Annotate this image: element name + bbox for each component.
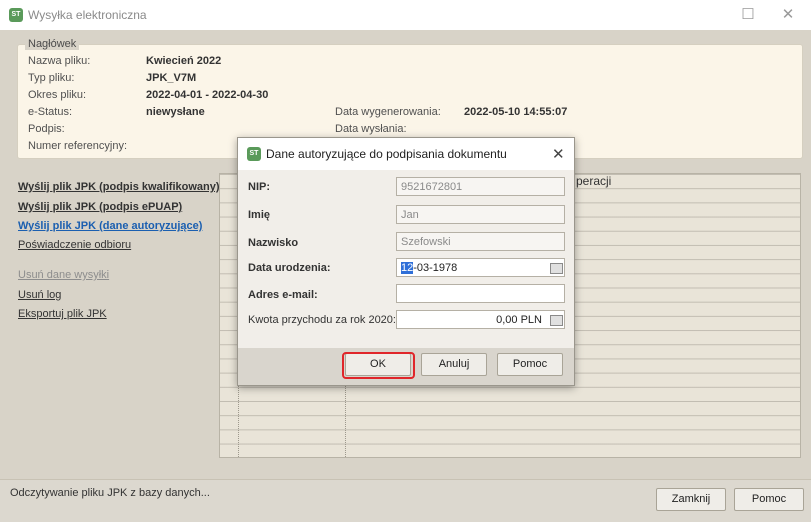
receipt-confirmation-link[interactable]: Poświadczenie odbioru [18, 239, 131, 251]
status-text: Odczytywanie pliku JPK z bazy danych... [10, 487, 210, 499]
email-field[interactable] [396, 284, 565, 303]
income-field[interactable]: 0,00 PLN [396, 310, 565, 329]
help-button[interactable]: Pomoc [734, 488, 804, 511]
maximize-icon[interactable]: ☐ [738, 5, 758, 25]
dialog-help-button[interactable]: Pomoc [497, 353, 563, 376]
main-window: ST Wysyłka elektroniczna ☐ ✕ Nagłówek Na… [0, 0, 811, 522]
export-jpk-link[interactable]: Eksportuj plik JPK [18, 308, 107, 320]
birth-date-label: Data urodzenia: [248, 262, 331, 274]
nip-field[interactable]: 9521672801 [396, 177, 565, 196]
grid-column-header: peracji [576, 174, 612, 188]
calendar-icon[interactable] [550, 263, 563, 274]
sent-date-label: Data wysłania: [335, 123, 407, 135]
e-status-label: e-Status: [28, 106, 73, 118]
last-name-field[interactable]: Szefowski [396, 232, 565, 251]
reference-number-label: Numer referencyjny: [28, 140, 128, 152]
send-auth-data-link[interactable]: Wyślij plik JPK (dane autoryzujące) [18, 220, 202, 232]
email-label: Adres e-mail: [248, 289, 318, 301]
first-name-label: Imię [248, 209, 271, 221]
dialog-app-icon: ST [247, 147, 261, 161]
birth-date-rest: -03-1978 [413, 262, 458, 274]
close-button[interactable]: Zamknij [656, 488, 726, 511]
generated-date-label: Data wygenerowania: [335, 106, 441, 118]
file-period-value: 2022-04-01 - 2022-04-30 [146, 89, 269, 101]
window-title: Wysyłka elektroniczna [28, 8, 147, 22]
calculator-icon[interactable] [550, 315, 563, 326]
last-name-label: Nazwisko [248, 237, 299, 249]
send-epuap-link[interactable]: Wyślij plik JPK (podpis ePUAP) [18, 201, 182, 213]
send-qualified-link[interactable]: Wyślij plik JPK (podpis kwalifikowany) [18, 181, 220, 193]
nip-label: NIP: [248, 181, 270, 193]
cancel-button[interactable]: Anuluj [421, 353, 487, 376]
birth-date-selected-part: 12 [401, 262, 414, 274]
first-name-field[interactable]: Jan [396, 205, 565, 224]
app-icon: ST [9, 8, 23, 22]
delete-log-link[interactable]: Usuń log [18, 289, 61, 301]
generated-date-value: 2022-05-10 14:55:07 [464, 106, 568, 118]
signature-label: Podpis: [28, 123, 65, 135]
income-label: Kwota przychodu za rok 2020: [248, 314, 396, 326]
e-status-value: niewysłane [146, 106, 205, 118]
file-type-value: JPK_V7M [146, 72, 197, 84]
file-name-value: Kwiecień 2022 [146, 55, 222, 67]
file-type-label: Typ pliku: [28, 72, 75, 84]
header-legend: Nagłówek [25, 38, 80, 50]
file-name-label: Nazwa pliku: [28, 55, 91, 67]
ok-button-highlight [342, 352, 415, 379]
close-window-icon[interactable]: ✕ [778, 5, 798, 25]
title-bar: ST Wysyłka elektroniczna ☐ ✕ [0, 0, 811, 30]
dialog-title-bar: ST Dane autoryzujące do podpisania dokum… [238, 138, 574, 170]
dialog-title: Dane autoryzujące do podpisania dokument… [266, 147, 507, 161]
birth-date-field[interactable]: 12-03-1978 [396, 258, 565, 277]
close-icon[interactable]: ✕ [552, 145, 565, 163]
delete-shipping-data-link[interactable]: Usuń dane wysyłki [18, 269, 109, 281]
file-period-label: Okres pliku: [28, 89, 87, 101]
